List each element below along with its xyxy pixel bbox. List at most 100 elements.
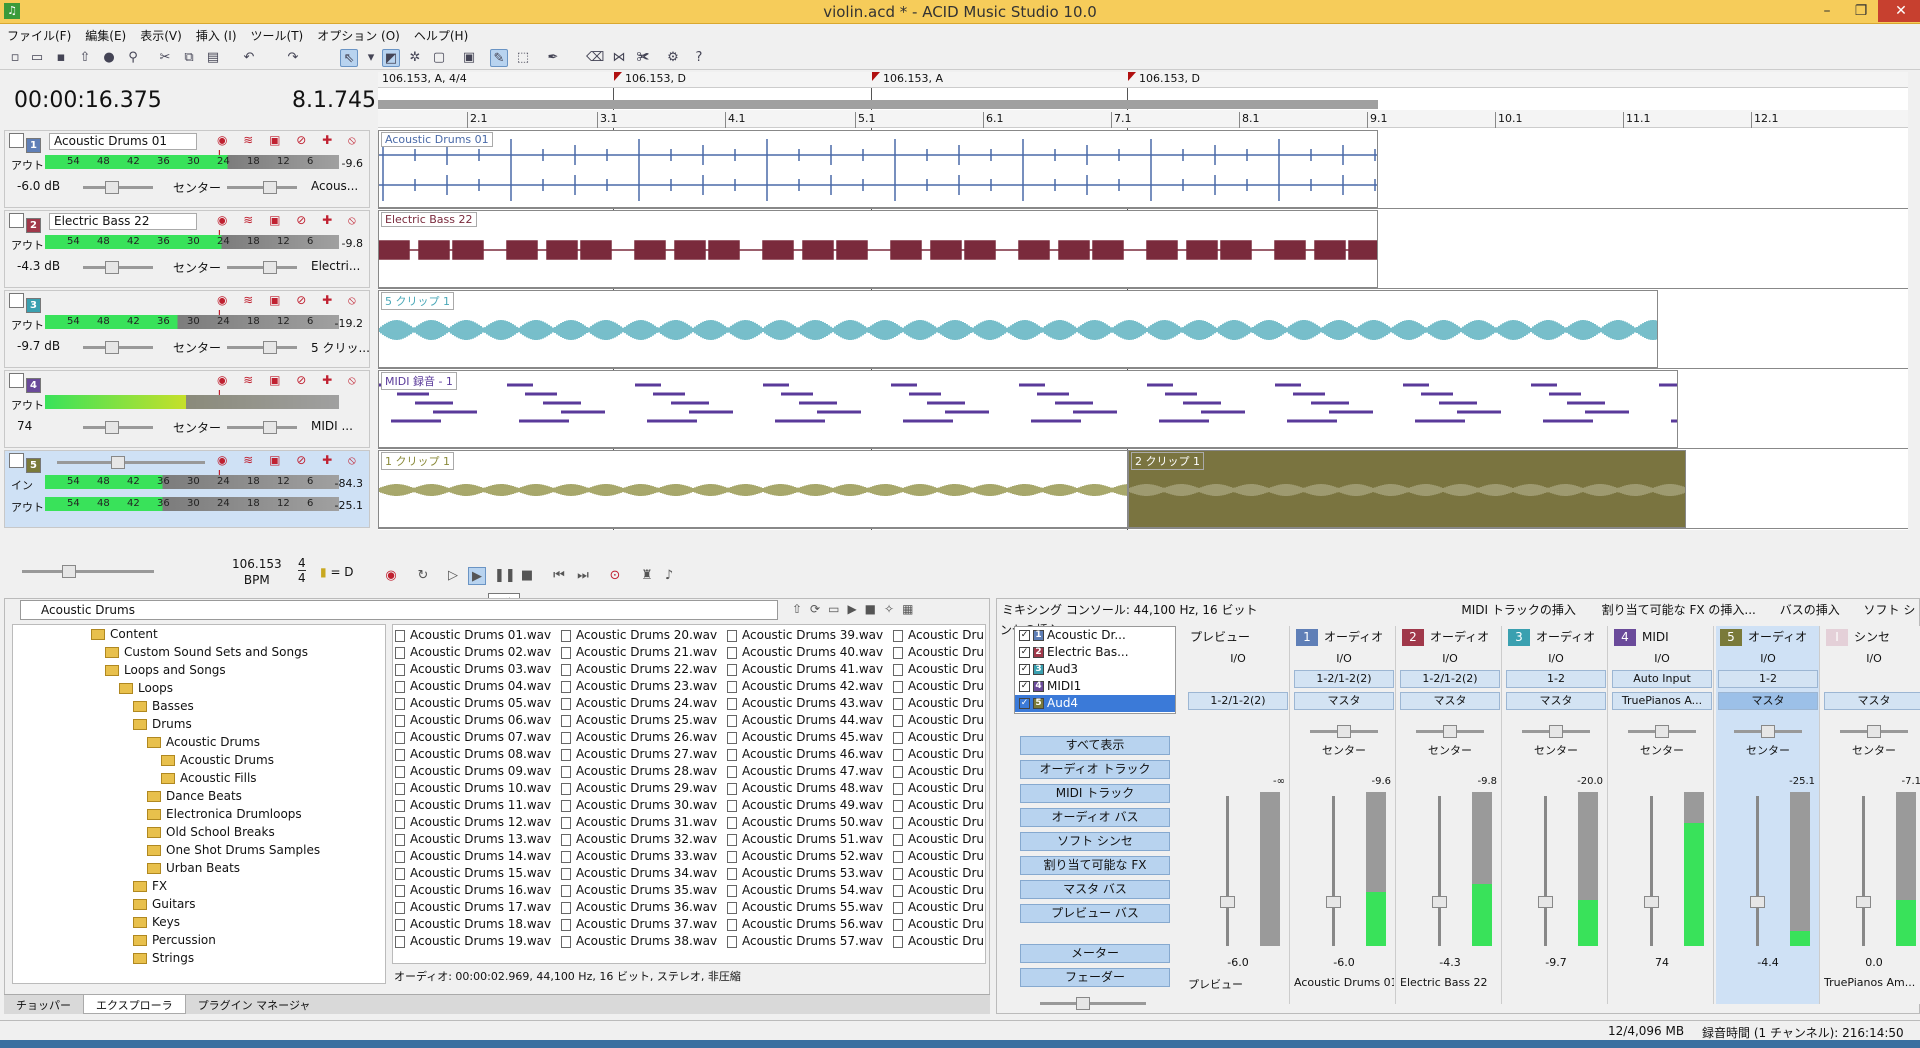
channel-fader[interactable] (1326, 796, 1341, 946)
file-item[interactable]: Acoustic Drums 25.wav (561, 712, 729, 729)
explorer-path-dropdown[interactable]: Acoustic Drums (20, 600, 778, 620)
track-volume-slider[interactable] (83, 421, 153, 434)
track-control-icons[interactable]: ◉ ≋ ▣ ⊘ ✚ ⦸ ! (217, 373, 367, 402)
tab-chopper[interactable]: チョッパー (4, 995, 83, 1014)
new-file-icon[interactable]: ▫ (6, 49, 24, 67)
file-item[interactable]: Acoustic Drums 08.wav (395, 746, 563, 763)
track-number[interactable]: 2 (9, 213, 43, 233)
channel-pan-slider[interactable] (1840, 725, 1908, 738)
tree-node[interactable]: One Shot Drums Samples (147, 841, 320, 859)
file-item[interactable]: Acoustic Drums 11.wav (395, 797, 563, 814)
file-item[interactable]: Acoustic Dru (893, 933, 985, 950)
file-item[interactable]: Acoustic Drums 30.wav (561, 797, 729, 814)
file-item[interactable]: Acoustic Dru (893, 729, 985, 746)
file-item[interactable]: Acoustic Drums 44.wav (727, 712, 895, 729)
file-item[interactable]: Acoustic Drums 12.wav (395, 814, 563, 831)
tempo-marker[interactable]: 106.153, A (872, 72, 943, 85)
channel-output-select[interactable]: マスタ (1506, 692, 1606, 710)
timeline[interactable]: Acoustic Drums 01 Electric Bass 22 5 クリップ … (378, 72, 1908, 530)
erase-tool-icon[interactable]: ⌫ (586, 49, 604, 67)
track-number[interactable]: 1 (9, 133, 43, 153)
paint-tool-icon[interactable]: ✒ (544, 49, 562, 67)
stop-icon[interactable]: ■ (518, 567, 536, 585)
tree-node[interactable]: Electronica Drumloops (147, 805, 302, 823)
file-item[interactable]: Acoustic Drums 18.wav (395, 916, 563, 933)
tempo-marker[interactable]: 106.153, D (614, 72, 686, 85)
track-collapse-icon[interactable] (9, 293, 24, 308)
file-item[interactable]: Acoustic Dru (893, 695, 985, 712)
tuner-icon[interactable]: ♪ (660, 567, 678, 585)
tempo-marker[interactable]: 106.153, A, 4/4 (382, 72, 467, 85)
help-pointer-icon[interactable]: ? (690, 49, 708, 67)
tab-plugin-manager[interactable]: プラグイン マネージャ (186, 995, 323, 1014)
checkbox-icon[interactable]: ✓ (1019, 630, 1030, 641)
menu-help[interactable]: ヘルプ(H) (407, 24, 475, 44)
undo-icon[interactable]: ↶ (240, 49, 258, 67)
file-item[interactable]: Acoustic Drums 16.wav (395, 882, 563, 899)
mixer-view-button[interactable]: メーター (1020, 944, 1170, 963)
track-number[interactable]: 4 (9, 373, 43, 393)
file-item[interactable]: Acoustic Drums 34.wav (561, 865, 729, 882)
go-to-end-icon[interactable]: ⏭ (574, 567, 592, 585)
file-item[interactable]: Acoustic Drums 09.wav (395, 763, 563, 780)
file-item[interactable]: Acoustic Dru (893, 814, 985, 831)
mixer-track-item[interactable]: ✓ 5 Aud4 (1015, 695, 1175, 712)
track-collapse-icon[interactable] (9, 133, 24, 148)
file-item[interactable]: Acoustic Drums 21.wav (561, 644, 729, 661)
audio-event[interactable]: Electric Bass 22 (378, 210, 1378, 288)
track-control-icons[interactable]: ◉ ≋ ▣ ⊘ ✚ ⦸ ! (217, 293, 367, 322)
folder-tree[interactable]: Content Custom Sound Sets and Songs Loops … (12, 624, 386, 984)
auto-crossfade-icon[interactable]: ✲ (406, 49, 424, 67)
track-header[interactable]: 4 ◉ ≋ ▣ ⊘ ✚ ⦸ ! アウト 74 センター MIDI ... (4, 370, 370, 448)
file-item[interactable]: Acoustic Dru (893, 831, 985, 848)
channel-output-select[interactable]: マスタ (1400, 692, 1500, 710)
tree-node[interactable]: Acoustic Drums (161, 751, 274, 769)
pause-icon[interactable]: ❚❚ (494, 567, 516, 585)
channel-output-select[interactable]: TruePianos A... (1612, 692, 1712, 710)
event-lock-icon[interactable]: ▣ (460, 49, 478, 67)
file-item[interactable]: Acoustic Drums 56.wav (727, 916, 895, 933)
file-item[interactable]: Acoustic Drums 39.wav (727, 627, 895, 644)
open-folder-icon[interactable]: ▭ (28, 49, 46, 67)
dropdown-icon[interactable]: ▾ (362, 49, 380, 67)
draw-tool-icon[interactable]: ✎ (490, 49, 508, 67)
file-item[interactable]: Acoustic Dru (893, 661, 985, 678)
mixer-view-button[interactable]: フェーダー (1020, 968, 1170, 987)
file-item[interactable]: Acoustic Drums 55.wav (727, 899, 895, 916)
audio-event[interactable]: 2 クリップ 1 (1128, 450, 1686, 528)
go-to-start-icon[interactable]: ⏮ (550, 567, 568, 585)
track-active-clip[interactable]: 5 クリッ... (311, 339, 369, 356)
file-item[interactable]: Acoustic Dru (893, 882, 985, 899)
file-item[interactable]: Acoustic Drums 20.wav (561, 627, 729, 644)
tree-node[interactable]: Acoustic Fills (161, 769, 257, 787)
file-item[interactable]: Acoustic Drums 15.wav (395, 865, 563, 882)
select-tool-icon[interactable]: ⬚ (514, 49, 532, 67)
tree-node[interactable]: Basses (133, 697, 194, 715)
track-active-clip[interactable]: Acous... (311, 179, 369, 193)
checkbox-icon[interactable]: ✓ (1019, 664, 1030, 675)
channel-pan-slider[interactable] (1310, 725, 1378, 738)
file-item[interactable]: Acoustic Drums 54.wav (727, 882, 895, 899)
file-list[interactable]: Acoustic Drums 01.wav Acoustic Drums 02.w… (392, 624, 986, 964)
envelope-tool-icon[interactable]: ⋈ (610, 49, 628, 67)
file-item[interactable]: Acoustic Drums 46.wav (727, 746, 895, 763)
channel-fader[interactable] (1432, 796, 1447, 946)
file-item[interactable]: Acoustic Drums 43.wav (727, 695, 895, 712)
tempo-slider[interactable] (22, 565, 154, 578)
mixer-channel-strip[interactable]: プレビュー I/O 1-2/1-2(2) -∞ -6.0 プレビュー (1186, 626, 1290, 1004)
file-item[interactable]: Acoustic Dru (893, 797, 985, 814)
file-item[interactable]: Acoustic Drums 45.wav (727, 729, 895, 746)
channel-fader[interactable] (1644, 796, 1659, 946)
maximize-button[interactable]: ❐ (1844, 0, 1878, 22)
file-item[interactable]: Acoustic Dru (893, 627, 985, 644)
audio-event[interactable]: MIDI 録音 - 1 (378, 370, 1678, 448)
insert-fx-button[interactable]: 割り当て可能な FX の挿入... (1602, 603, 1756, 617)
file-item[interactable]: Acoustic Drums 32.wav (561, 831, 729, 848)
mixer-view-button[interactable]: 割り当て可能な FX (1020, 856, 1170, 875)
file-item[interactable]: Acoustic Drums 47.wav (727, 763, 895, 780)
file-item[interactable]: Acoustic Dru (893, 678, 985, 695)
file-item[interactable]: Acoustic Drums 10.wav (395, 780, 563, 797)
track-name-field[interactable]: Electric Bass 22 (49, 213, 197, 230)
track-header[interactable]: 1 Acoustic Drums 01 ◉ ≋ ▣ ⊘ ✚ ⦸ ! アウト 54 48 42… (4, 130, 370, 208)
channel-output-select[interactable]: マスタ (1718, 692, 1818, 710)
